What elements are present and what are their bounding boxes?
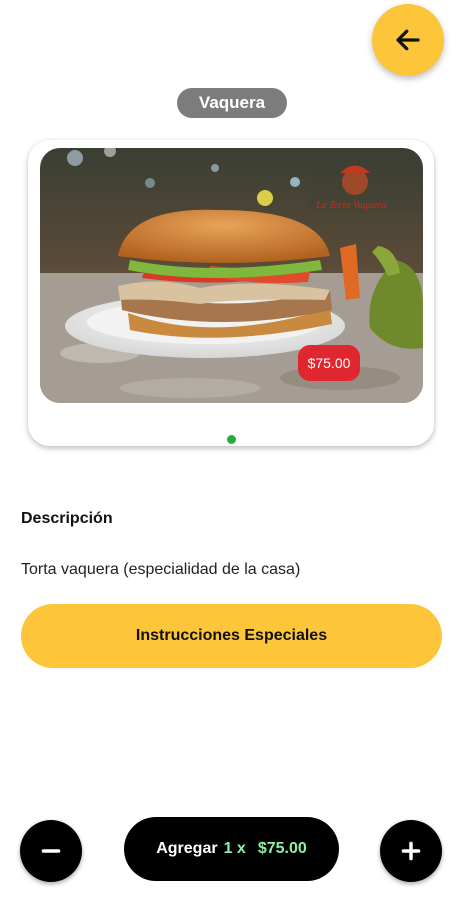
carousel-indicator-dot bbox=[227, 435, 236, 444]
description-text: Torta vaquera (especialidad de la casa) bbox=[21, 561, 301, 578]
arrow-left-icon bbox=[396, 29, 420, 51]
product-title-badge: Vaquera bbox=[177, 88, 287, 118]
quantity-text: 1 x bbox=[223, 840, 246, 857]
back-button[interactable] bbox=[372, 4, 444, 76]
increase-quantity-button[interactable] bbox=[380, 820, 442, 882]
add-label: Agregar bbox=[156, 840, 218, 857]
plus-icon bbox=[401, 841, 421, 861]
minus-icon bbox=[41, 849, 61, 853]
restaurant-logo-text: La Torta Vaquera bbox=[315, 200, 386, 211]
status-area bbox=[0, 0, 452, 6]
decrease-quantity-button[interactable] bbox=[20, 820, 82, 882]
product-photo[interactable]: La Torta Vaquera bbox=[40, 148, 423, 403]
price-badge: $75.00 bbox=[298, 345, 360, 381]
description-heading: Descripción bbox=[21, 510, 113, 527]
special-instructions-button[interactable]: Instrucciones Especiales bbox=[21, 604, 442, 668]
total-price: $75.00 bbox=[257, 840, 307, 857]
add-to-cart-button[interactable]: Agregar 1 x $75.00 bbox=[124, 817, 339, 881]
torta-illustration: La Torta Vaquera bbox=[40, 148, 423, 403]
